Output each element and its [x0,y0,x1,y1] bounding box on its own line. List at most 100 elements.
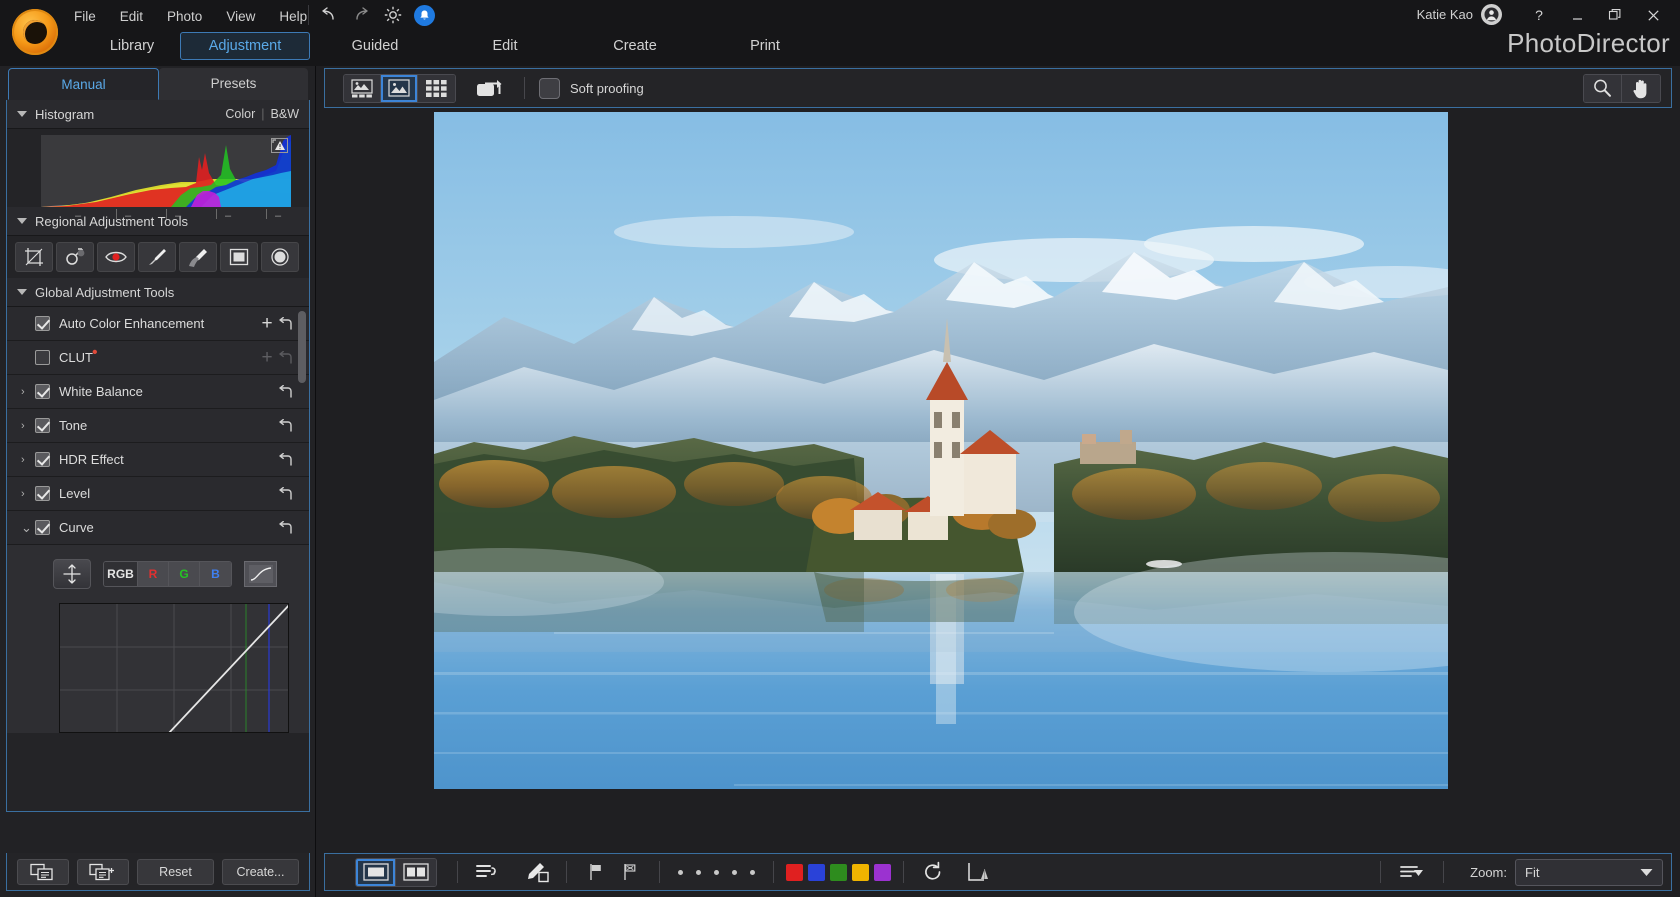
add-preset-icon[interactable]: + [257,314,277,333]
help-button[interactable]: ? [1520,2,1558,28]
photo-canvas[interactable] [324,108,1672,850]
global-item-level[interactable]: › Level [7,477,309,511]
collapse-triangle-icon[interactable] [17,218,27,224]
curve-graph[interactable] [59,603,289,733]
clipping-warning-icon[interactable] [271,138,288,153]
adjustment-selection-tool-icon[interactable] [179,242,217,272]
menu-item-edit[interactable]: Edit [108,5,155,28]
collapse-chevron-icon[interactable]: ⌄ [21,520,35,536]
zoom-level-select[interactable]: Fit [1515,859,1663,886]
global-item-clut[interactable]: CLUT• + [7,341,309,375]
checkbox-clut[interactable] [35,350,50,365]
menu-item-photo[interactable]: Photo [155,5,214,28]
settings-gear-icon[interactable] [382,4,404,26]
collapse-triangle-icon[interactable] [17,289,27,295]
reset-icon[interactable] [277,521,299,535]
menu-item-view[interactable]: View [214,5,267,28]
global-item-tone[interactable]: › Tone [7,409,309,443]
reset-icon[interactable] [277,385,299,399]
histogram-overlay-icon[interactable] [962,859,996,885]
color-label-yellow[interactable] [852,864,869,881]
checkbox-tone[interactable] [35,418,50,433]
curve-channel-green[interactable]: G [169,562,200,586]
curve-point-move-icon[interactable] [53,559,91,589]
histogram-mode-color[interactable]: Color [225,107,255,121]
nav-tab-create[interactable]: Create [570,33,700,59]
user-avatar-icon[interactable] [1481,4,1502,25]
filter-menu-icon[interactable] [1393,859,1431,885]
rating-dot-3[interactable] [714,870,719,875]
expand-chevron-icon[interactable]: › [21,488,35,500]
curve-shape-icon[interactable] [244,561,277,587]
reset-button[interactable]: Reset [137,859,214,885]
add-preset-icon[interactable]: + [257,348,277,367]
reset-icon[interactable] [277,487,299,501]
view-mode-grid-button[interactable] [418,75,455,102]
sort-order-icon[interactable] [470,859,504,885]
minimize-button[interactable] [1558,2,1596,28]
photo-preview[interactable] [434,112,1448,789]
collapse-triangle-icon[interactable] [17,111,27,117]
radial-mask-tool-icon[interactable] [261,242,299,272]
view-mode-filmstrip-button[interactable] [344,75,381,102]
sidebar-tab-presets[interactable]: Presets [159,68,308,100]
global-item-hdr-effect[interactable]: › HDR Effect [7,443,309,477]
checkbox-curve[interactable] [35,520,50,535]
undo-icon[interactable] [318,4,340,26]
restore-maximize-button[interactable] [1596,2,1634,28]
global-tools-section-header[interactable]: Global Adjustment Tools [7,278,309,307]
menu-item-help[interactable]: Help [267,5,319,28]
reset-icon[interactable] [277,453,299,467]
color-label-purple[interactable] [874,864,891,881]
layout-single-view-button[interactable] [356,859,396,886]
paste-adjustments-icon[interactable] [77,859,129,885]
curve-channel-red[interactable]: R [138,562,169,586]
chevron-down-icon[interactable] [1640,868,1653,877]
nav-tab-edit[interactable]: Edit [440,33,570,59]
color-label-red[interactable] [786,864,803,881]
histogram-mode-bw[interactable]: B&W [271,107,299,121]
account-area[interactable]: Katie Kao [1417,4,1502,25]
redo-icon[interactable] [350,4,372,26]
rating-dot-1[interactable] [678,870,683,875]
edit-metadata-icon[interactable] [520,859,554,885]
nav-tab-adjustment[interactable]: Adjustment [180,32,310,60]
layout-compare-view-button[interactable] [396,859,436,886]
red-eye-removal-tool-icon[interactable] [97,242,135,272]
rotate-right-icon[interactable] [916,859,950,885]
adjustment-brush-tool-icon[interactable] [138,242,176,272]
expand-chevron-icon[interactable]: › [21,420,35,432]
crop-rotate-tool-icon[interactable] [15,242,53,272]
remove-object-tool-icon[interactable] [56,242,94,272]
global-item-white-balance[interactable]: › White Balance [7,375,309,409]
compare-view-icon[interactable] [470,75,510,102]
hand-pan-icon[interactable] [1622,75,1660,102]
nav-tab-guided[interactable]: Guided [310,33,440,59]
curve-channel-blue[interactable]: B [200,562,231,586]
soft-proofing-checkbox[interactable] [539,78,560,99]
rating-dot-5[interactable] [750,870,755,875]
expand-chevron-icon[interactable]: › [21,386,35,398]
global-item-curve[interactable]: ⌄ Curve [7,511,309,545]
copy-adjustments-icon[interactable] [17,859,69,885]
checkbox-white-balance[interactable] [35,384,50,399]
close-button[interactable] [1634,2,1672,28]
checkbox-hdr-effect[interactable] [35,452,50,467]
reset-icon[interactable] [277,317,299,331]
histogram-section-header[interactable]: Histogram Color|B&W [7,100,309,129]
curve-channel-rgb[interactable]: RGB [104,562,138,586]
color-label-blue[interactable] [808,864,825,881]
sidebar-scrollbar-thumb[interactable] [298,311,306,383]
notification-bell-icon[interactable] [414,5,435,26]
rating-dot-4[interactable] [732,870,737,875]
rating-dot-2[interactable] [696,870,701,875]
gradient-mask-tool-icon[interactable] [220,242,258,272]
magnifier-icon[interactable] [1584,75,1622,102]
view-mode-single-button[interactable] [381,75,418,102]
color-label-green[interactable] [830,864,847,881]
expand-chevron-icon[interactable]: › [21,454,35,466]
checkbox-level[interactable] [35,486,50,501]
create-preset-button[interactable]: Create... [222,859,299,885]
checkbox-auto-color-enhancement[interactable] [35,316,50,331]
global-item-auto-color-enhancement[interactable]: Auto Color Enhancement + [7,307,309,341]
